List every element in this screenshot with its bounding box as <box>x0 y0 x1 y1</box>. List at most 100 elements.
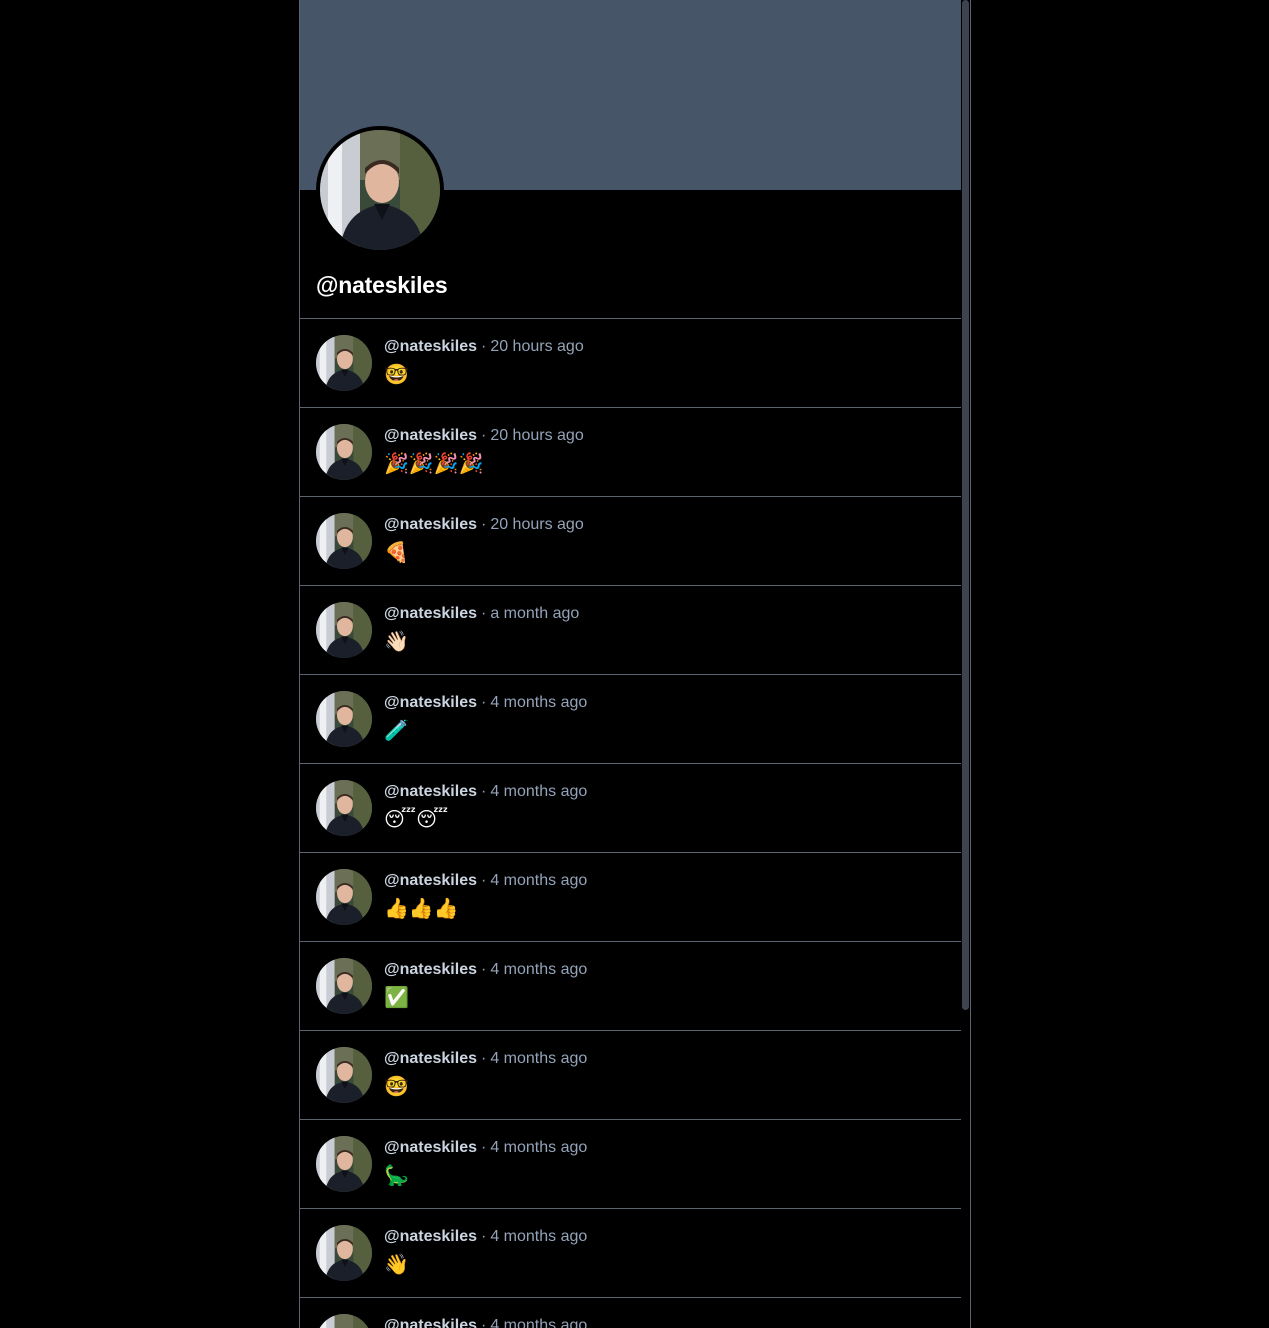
post-timestamp[interactable]: 4 months ago <box>490 872 587 889</box>
post-item[interactable]: @nateskiles · 20 hours ago 🎉🎉🎉🎉 <box>300 408 962 497</box>
avatar-photo-icon <box>320 130 440 250</box>
post-item[interactable]: @nateskiles · 4 months ago 🧪 <box>300 675 962 764</box>
avatar-photo-icon <box>316 513 372 569</box>
post-timestamp[interactable]: a month ago <box>490 605 579 622</box>
page: @nateskiles @nateskiles·20 hours ago 🤓 <box>0 0 1269 1328</box>
post-item[interactable]: @nateskiles · 4 months ago 🦕 <box>300 1120 962 1209</box>
post-avatar[interactable] <box>316 1314 372 1328</box>
avatar-photo-icon <box>316 335 372 391</box>
post-meta: @nateskiles · 4 months ago <box>384 961 587 979</box>
post-timestamp[interactable]: 20 hours ago <box>490 338 583 355</box>
post-handle[interactable]: @nateskiles <box>384 338 477 355</box>
post-body: 😴😴 <box>384 809 449 831</box>
post-meta: @nateskiles · 4 months ago <box>384 872 587 890</box>
post-separator: · <box>480 961 487 978</box>
avatar-photo-icon <box>316 780 372 836</box>
post-avatar[interactable] <box>316 335 372 391</box>
post-timestamp[interactable]: 4 months ago <box>490 783 587 800</box>
post-avatar[interactable] <box>316 1136 372 1192</box>
avatar-photo-icon <box>316 869 372 925</box>
post-body: 🧪 <box>384 720 409 742</box>
post-timestamp[interactable]: 4 months ago <box>490 694 587 711</box>
post-body: 🎉🎉🎉🎉 <box>384 453 484 475</box>
post-meta: @nateskiles · 4 months ago <box>384 1317 587 1328</box>
post-body: 🦕 <box>384 1165 409 1187</box>
post-handle[interactable]: @nateskiles <box>384 961 477 978</box>
post-timestamp[interactable]: 20 hours ago <box>490 427 583 444</box>
post-separator: · <box>480 338 487 355</box>
post-separator: · <box>480 872 487 889</box>
avatar-photo-icon <box>316 1225 372 1281</box>
post-timestamp[interactable]: 4 months ago <box>490 1317 587 1328</box>
post-handle[interactable]: @nateskiles <box>384 783 477 800</box>
post-avatar[interactable] <box>316 602 372 658</box>
post-separator: · <box>480 1317 487 1328</box>
post-separator: · <box>480 1139 487 1156</box>
post-handle[interactable]: @nateskiles <box>384 872 477 889</box>
avatar-photo-icon <box>316 958 372 1014</box>
scrollbar-track[interactable] <box>961 0 970 1328</box>
post-handle[interactable]: @nateskiles <box>384 694 477 711</box>
post-item[interactable]: @nateskiles · 4 months ago 👍👍👍 <box>300 853 962 942</box>
post-separator: · <box>480 605 487 622</box>
post-avatar[interactable] <box>316 958 372 1014</box>
post-item[interactable]: @nateskiles · 4 months ago 👋 <box>300 1209 962 1298</box>
scroll-content: @nateskiles @nateskiles·20 hours ago 🤓 <box>300 0 962 1328</box>
post-meta: @nateskiles · 4 months ago <box>384 1228 587 1246</box>
post-avatar[interactable] <box>316 513 372 569</box>
post-body: 👋 <box>384 1254 409 1276</box>
post-separator: · <box>480 783 487 800</box>
avatar-photo-icon <box>316 602 372 658</box>
post-handle[interactable]: @nateskiles <box>384 1139 477 1156</box>
post-meta: @nateskiles · 20 hours ago <box>384 427 584 445</box>
post-item[interactable]: @nateskiles · 4 months ago <box>300 1298 962 1328</box>
post-meta: @nateskiles · 4 months ago <box>384 1050 587 1068</box>
post-timestamp[interactable]: 4 months ago <box>490 1050 587 1067</box>
post-avatar[interactable] <box>316 691 372 747</box>
avatar-photo-icon <box>316 691 372 747</box>
post-separator: · <box>480 1050 487 1067</box>
post-handle[interactable]: @nateskiles <box>384 516 477 533</box>
post-avatar[interactable] <box>316 1047 372 1103</box>
post-handle[interactable]: @nateskiles <box>384 605 477 622</box>
post-timestamp[interactable]: 20 hours ago <box>490 516 583 533</box>
profile-avatar[interactable] <box>316 126 444 254</box>
post-handle[interactable]: @nateskiles <box>384 1228 477 1245</box>
post-separator: · <box>480 427 487 444</box>
post-body: 👋🏻 <box>384 631 409 653</box>
post-avatar[interactable] <box>316 424 372 480</box>
post-item[interactable]: @nateskiles · 20 hours ago 🍕 <box>300 497 962 586</box>
scrollbar-thumb[interactable] <box>962 0 969 1010</box>
post-body: 🤓 <box>384 1076 409 1098</box>
post-body: 🤓 <box>384 364 409 386</box>
post-avatar[interactable] <box>316 780 372 836</box>
post-item[interactable]: @nateskiles · 20 hours ago 🤓 <box>300 319 962 408</box>
post-avatar[interactable] <box>316 1225 372 1281</box>
post-item[interactable]: @nateskiles · 4 months ago ✅ <box>300 942 962 1031</box>
post-item[interactable]: @nateskiles · 4 months ago 😴😴 <box>300 764 962 853</box>
post-separator: · <box>480 1228 487 1245</box>
post-separator: · <box>480 516 487 533</box>
post-handle[interactable]: @nateskiles <box>384 1050 477 1067</box>
post-item[interactable]: @nateskiles · 4 months ago 🤓 <box>300 1031 962 1120</box>
avatar-photo-icon <box>316 424 372 480</box>
post-meta: @nateskiles · 4 months ago <box>384 694 587 712</box>
post-separator: · <box>480 694 487 711</box>
post-body: 👍👍👍 <box>384 898 459 920</box>
post-meta: @nateskiles · 4 months ago <box>384 1139 587 1157</box>
avatar-photo-icon <box>316 1047 372 1103</box>
post-feed: @nateskiles · 20 hours ago 🤓 @nateskiles · 2… <box>300 319 962 1328</box>
post-avatar[interactable] <box>316 869 372 925</box>
post-timestamp[interactable]: 4 months ago <box>490 1139 587 1156</box>
post-timestamp[interactable]: 4 months ago <box>490 1228 587 1245</box>
post-body: ✅ <box>384 987 409 1009</box>
post-timestamp[interactable]: 4 months ago <box>490 961 587 978</box>
post-meta: @nateskiles · 4 months ago <box>384 783 587 801</box>
post-handle[interactable]: @nateskiles <box>384 427 477 444</box>
avatar-photo-icon <box>316 1136 372 1192</box>
post-body: 🍕 <box>384 542 409 564</box>
post-item[interactable]: @nateskiles · a month ago 👋🏻 <box>300 586 962 675</box>
post-meta: @nateskiles · a month ago <box>384 605 579 623</box>
profile-column: @nateskiles @nateskiles·20 hours ago 🤓 <box>299 0 971 1328</box>
post-handle[interactable]: @nateskiles <box>384 1317 477 1328</box>
